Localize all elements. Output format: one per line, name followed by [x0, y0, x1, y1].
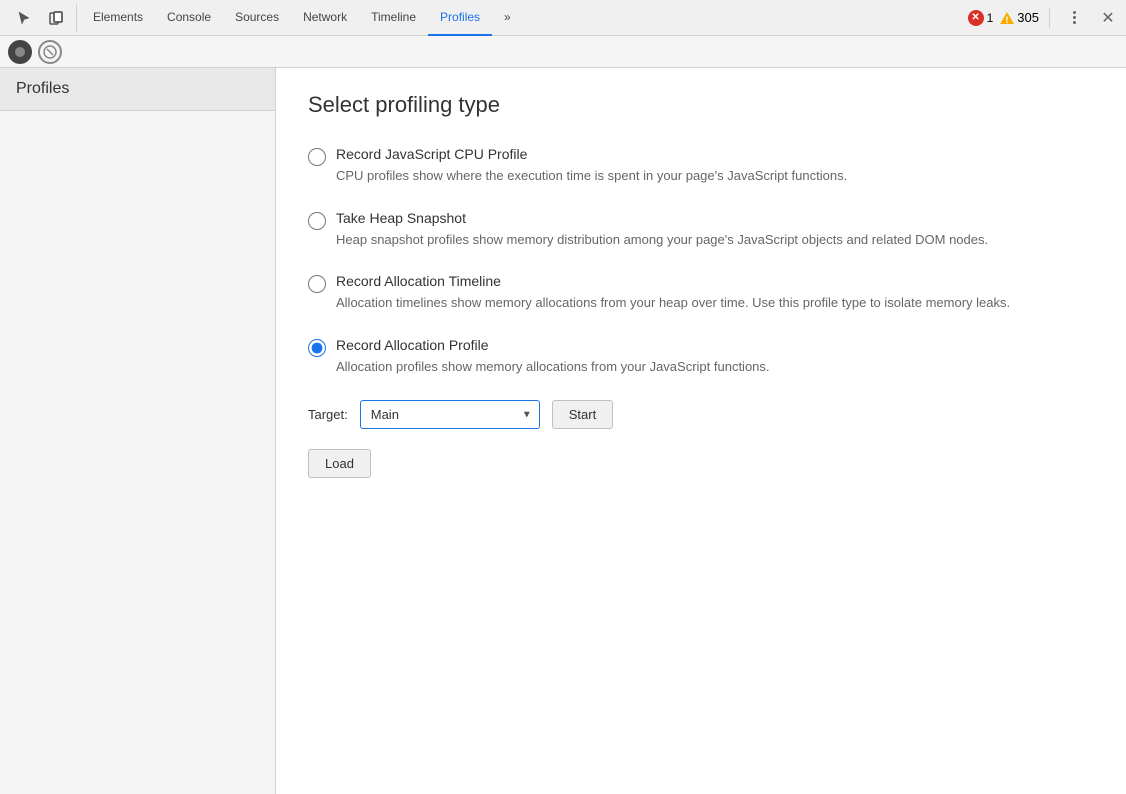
tab-elements[interactable]: Elements: [81, 0, 155, 36]
option-alloc-timeline-desc: Allocation timelines show memory allocat…: [336, 293, 1094, 313]
tab-timeline[interactable]: Timeline: [359, 0, 428, 36]
option-heap-title: Take Heap Snapshot: [336, 210, 1094, 226]
target-select[interactable]: Main: [360, 400, 540, 429]
svg-text:!: !: [1006, 15, 1009, 25]
section-title: Select profiling type: [308, 92, 1094, 118]
option-alloc-profile-title: Record Allocation Profile: [336, 337, 1094, 353]
toolbar-divider: [1049, 8, 1050, 28]
option-alloc-timeline-title: Record Allocation Timeline: [336, 273, 1094, 289]
option-alloc-timeline: Record Allocation Timeline Allocation ti…: [308, 273, 1094, 313]
option-alloc-profile-desc: Allocation profiles show memory allocati…: [336, 357, 1094, 377]
warning-badge[interactable]: ! 305: [999, 10, 1039, 26]
inspect-tool-button[interactable]: [42, 4, 70, 32]
radio-alloc-profile-wrapper[interactable]: [308, 339, 326, 360]
error-badge[interactable]: ✕ 1: [968, 10, 994, 26]
error-icon: ✕: [968, 10, 984, 26]
clear-icon: [43, 45, 57, 59]
option-alloc-timeline-text: Record Allocation Timeline Allocation ti…: [336, 273, 1094, 313]
close-devtools-button[interactable]: ✕: [1094, 4, 1122, 32]
toolbar-tabs: Elements Console Sources Network Timelin…: [81, 0, 523, 35]
tab-more[interactable]: »: [492, 0, 523, 36]
load-button[interactable]: Load: [308, 449, 371, 478]
option-heap-snapshot: Take Heap Snapshot Heap snapshot profile…: [308, 210, 1094, 250]
tab-console[interactable]: Console: [155, 0, 223, 36]
content-area: Select profiling type Record JavaScript …: [276, 68, 1126, 794]
option-cpu-desc: CPU profiles show where the execution ti…: [336, 166, 1094, 186]
sidebar-title: Profiles: [0, 68, 275, 111]
start-button[interactable]: Start: [552, 400, 613, 429]
main-toolbar: Elements Console Sources Network Timelin…: [0, 0, 1126, 36]
error-count: 1: [987, 11, 994, 25]
option-heap-desc: Heap snapshot profiles show memory distr…: [336, 230, 1094, 250]
radio-cpu[interactable]: [308, 148, 326, 166]
option-heap-text: Take Heap Snapshot Heap snapshot profile…: [336, 210, 1094, 250]
record-button[interactable]: [8, 40, 32, 64]
sidebar: Profiles: [0, 68, 276, 794]
toolbar-device-icons: [4, 4, 77, 32]
tab-network[interactable]: Network: [291, 0, 359, 36]
cursor-tool-button[interactable]: [10, 4, 38, 32]
radio-alloc-timeline[interactable]: [308, 275, 326, 293]
load-row: Load: [308, 445, 1094, 478]
secondary-toolbar: [0, 36, 1126, 68]
radio-alloc-timeline-wrapper[interactable]: [308, 275, 326, 296]
option-alloc-profile-text: Record Allocation Profile Allocation pro…: [336, 337, 1094, 377]
target-select-wrapper: Main: [360, 400, 540, 429]
target-row: Target: Main Start: [308, 400, 1094, 429]
toolbar-right: ✕ 1 ! 305 ✕: [968, 4, 1122, 32]
warning-triangle-icon: !: [999, 10, 1015, 26]
clear-button[interactable]: [38, 40, 62, 64]
more-dots-icon: [1073, 11, 1076, 24]
record-icon: [15, 47, 25, 57]
option-alloc-profile: Record Allocation Profile Allocation pro…: [308, 337, 1094, 377]
target-label: Target:: [308, 407, 348, 422]
tab-sources[interactable]: Sources: [223, 0, 291, 36]
radio-heap[interactable]: [308, 212, 326, 230]
more-options-button[interactable]: [1060, 4, 1088, 32]
option-cpu-profile: Record JavaScript CPU Profile CPU profil…: [308, 146, 1094, 186]
radio-heap-wrapper[interactable]: [308, 212, 326, 233]
radio-cpu-wrapper[interactable]: [308, 148, 326, 169]
warning-count: 305: [1017, 10, 1039, 25]
tab-profiles[interactable]: Profiles: [428, 0, 492, 36]
option-cpu-title: Record JavaScript CPU Profile: [336, 146, 1094, 162]
main-layout: Profiles Select profiling type Record Ja…: [0, 68, 1126, 794]
radio-alloc-profile[interactable]: [308, 339, 326, 357]
option-cpu-text: Record JavaScript CPU Profile CPU profil…: [336, 146, 1094, 186]
